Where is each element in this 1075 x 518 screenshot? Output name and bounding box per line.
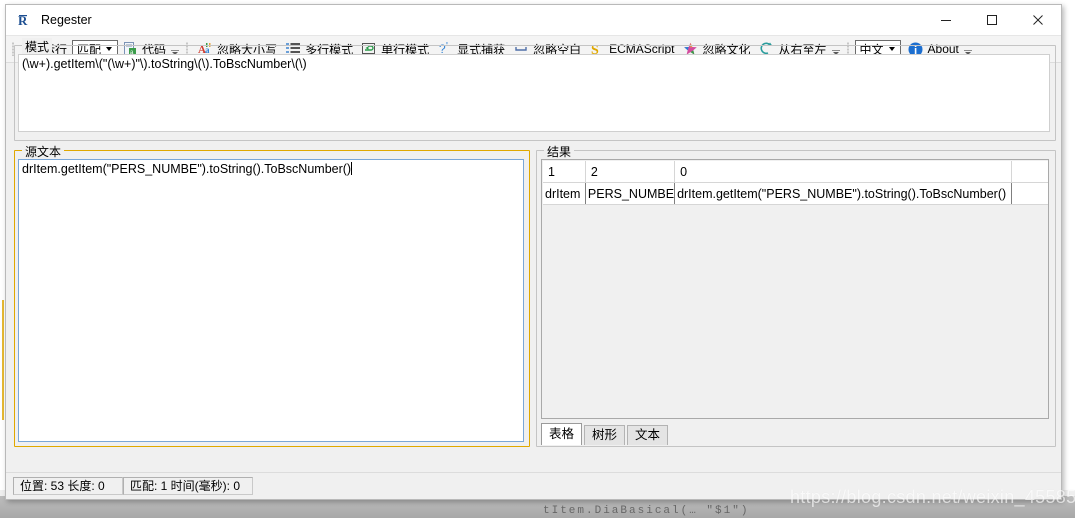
- source-text-input[interactable]: drItem.getItem("PERS_NUMBE").toString().…: [18, 159, 524, 442]
- tab-text[interactable]: 文本: [627, 425, 668, 445]
- window-title: Regester: [41, 13, 92, 27]
- regester-window: R Regester: [5, 4, 1062, 500]
- status-bar: 位置: 53 长度: 0 匹配: 1 时间(毫秒): 0: [6, 472, 1061, 499]
- text-caret: [351, 162, 352, 175]
- cell-group-2[interactable]: PERS_NUMBE: [585, 183, 674, 205]
- column-header-1[interactable]: 1: [543, 161, 585, 183]
- status-match: 匹配: 1 时间(毫秒): 0: [123, 477, 253, 495]
- cell-group-1[interactable]: drItem: [543, 183, 585, 205]
- close-button[interactable]: [1015, 5, 1061, 34]
- background-code-text: tItem.DiaBasical(… "$1"): [543, 505, 749, 518]
- pattern-legend: 模式: [22, 38, 52, 55]
- table-row: drItem PERS_NUMBE drItem.getItem("PERS_N…: [543, 183, 1048, 205]
- cell-group-0[interactable]: drItem.getItem("PERS_NUMBE").toString().…: [675, 183, 1012, 205]
- result-grid[interactable]: 1 2 0 drItem PERS_NUMBE drItem.getItem("…: [541, 159, 1049, 419]
- title-bar[interactable]: R Regester: [6, 5, 1061, 36]
- minimize-icon: [940, 14, 952, 26]
- column-header-3[interactable]: 0: [675, 161, 1012, 183]
- maximize-icon: [986, 14, 998, 26]
- status-position: 位置: 53 长度: 0: [13, 477, 123, 495]
- column-header-2[interactable]: 2: [585, 161, 674, 183]
- source-text-groupbox: 源文本 drItem.getItem("PERS_NUMBE").toStrin…: [14, 150, 530, 447]
- column-header-4[interactable]: [1012, 161, 1048, 183]
- table-header-row: 1 2 0: [543, 161, 1048, 183]
- app-logo-icon: R: [16, 12, 32, 28]
- minimize-button[interactable]: [923, 5, 969, 34]
- result-legend: 结果: [544, 143, 574, 160]
- maximize-button[interactable]: [969, 5, 1015, 34]
- close-icon: [1032, 14, 1044, 26]
- pattern-groupbox: 模式 (\w+).getItem\("(\w+)"\).toString\(\)…: [14, 45, 1056, 141]
- source-text-legend: 源文本: [22, 143, 64, 160]
- source-text-value: drItem.getItem("PERS_NUMBE").toString().…: [22, 162, 351, 176]
- tab-tree[interactable]: 树形: [584, 425, 625, 445]
- result-table: 1 2 0 drItem PERS_NUMBE drItem.getItem("…: [543, 161, 1048, 205]
- tab-table[interactable]: 表格: [541, 423, 582, 445]
- pattern-input[interactable]: (\w+).getItem\("(\w+)"\).toString\(\).To…: [18, 54, 1050, 132]
- result-groupbox: 结果 1 2 0: [536, 150, 1056, 447]
- result-view-tabs: 表格 树形 文本: [541, 423, 670, 445]
- cell-blank[interactable]: [1012, 183, 1048, 205]
